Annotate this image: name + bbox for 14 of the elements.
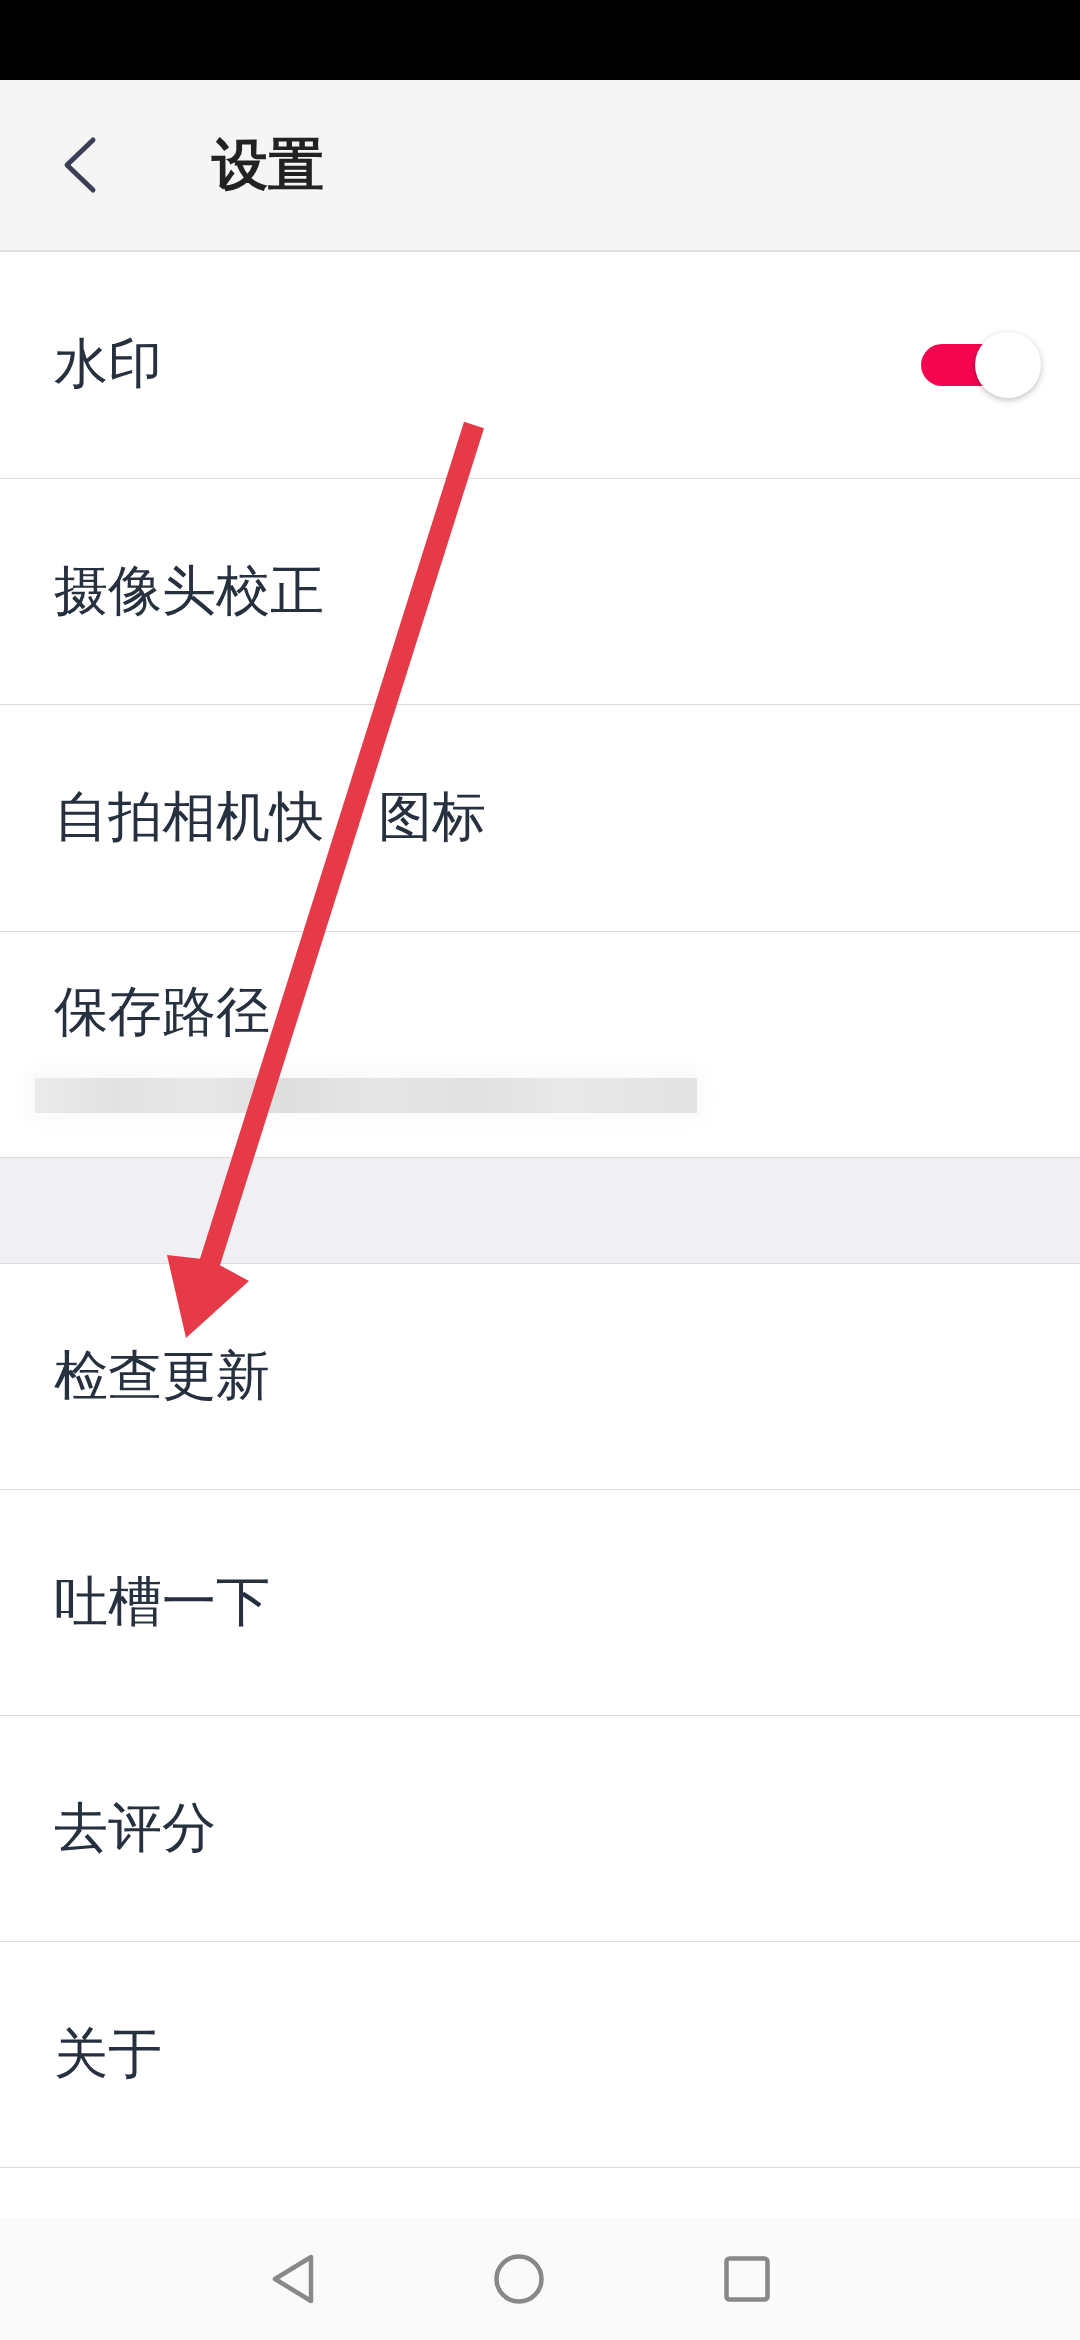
settings-item[interactable]: 去评分 bbox=[54, 1796, 216, 1861]
settings-item[interactable]: 摄像头校正 bbox=[54, 558, 324, 624]
settings-item[interactable]: 关于 bbox=[54, 2022, 162, 2087]
toggle-switch[interactable] bbox=[921, 331, 1041, 398]
settings-item[interactable]: 保存路径 bbox=[54, 979, 270, 1045]
settings-item[interactable]: 吐槽一下 bbox=[54, 1570, 270, 1635]
page-title: 设置 bbox=[212, 131, 324, 199]
back-button[interactable] bbox=[62, 136, 98, 194]
back-icon[interactable] bbox=[272, 2254, 314, 2304]
settings-item[interactable]: 检查更新 bbox=[54, 1344, 270, 1409]
setting-label: 水印 bbox=[54, 332, 162, 398]
home-icon[interactable] bbox=[494, 2254, 544, 2304]
settings-item[interactable]: 自拍相机快 图标 bbox=[54, 785, 486, 851]
recents-icon[interactable] bbox=[724, 2256, 770, 2302]
